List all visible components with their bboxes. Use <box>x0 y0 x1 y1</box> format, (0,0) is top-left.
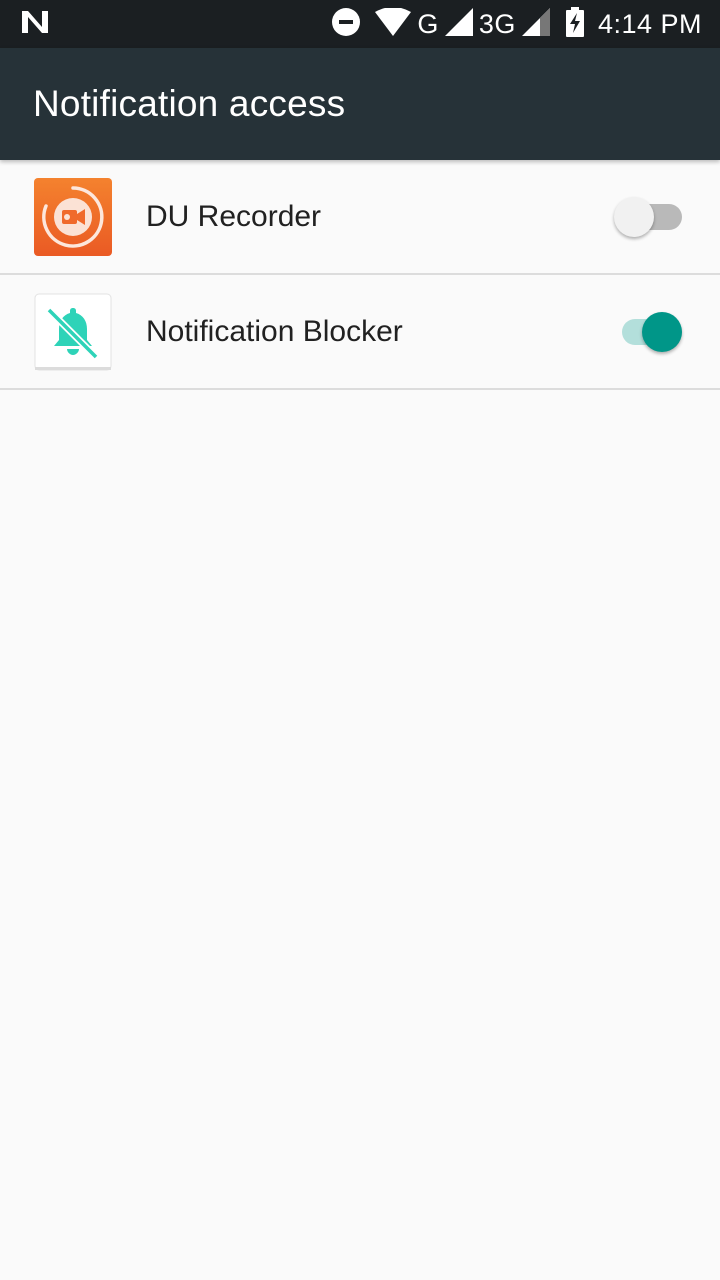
toggle-thumb <box>614 196 654 237</box>
notification-blocker-app-icon <box>34 293 112 371</box>
do-not-disturb-icon <box>331 7 361 42</box>
toggle-thumb <box>642 311 682 352</box>
list-item-du-recorder[interactable]: DU Recorder <box>0 160 720 275</box>
battery-charging-icon <box>565 6 584 42</box>
du-recorder-toggle[interactable] <box>614 196 682 237</box>
status-time: 4:14 PM <box>597 8 702 39</box>
network-type-3g: 3G <box>478 8 516 39</box>
page-title: Notification access <box>33 83 346 124</box>
notification-blocker-toggle[interactable] <box>616 311 682 352</box>
network-type-g: G <box>417 8 439 39</box>
n-logo-icon <box>20 9 50 40</box>
du-recorder-app-icon <box>34 177 112 256</box>
signal-icon <box>444 7 473 41</box>
list-item-label: Notification Blocker <box>146 314 403 348</box>
wifi-icon <box>375 6 412 41</box>
list-item-notification-blocker[interactable]: Notification Blocker <box>0 275 720 390</box>
status-bar: G 3G 4:14 PM <box>0 0 720 48</box>
list-item-label: DU Recorder <box>146 199 322 233</box>
signal-icon <box>521 7 550 41</box>
app-bar: Notification access <box>0 48 720 160</box>
notification-access-list: DU Recorder Notification Blocker <box>0 160 720 390</box>
